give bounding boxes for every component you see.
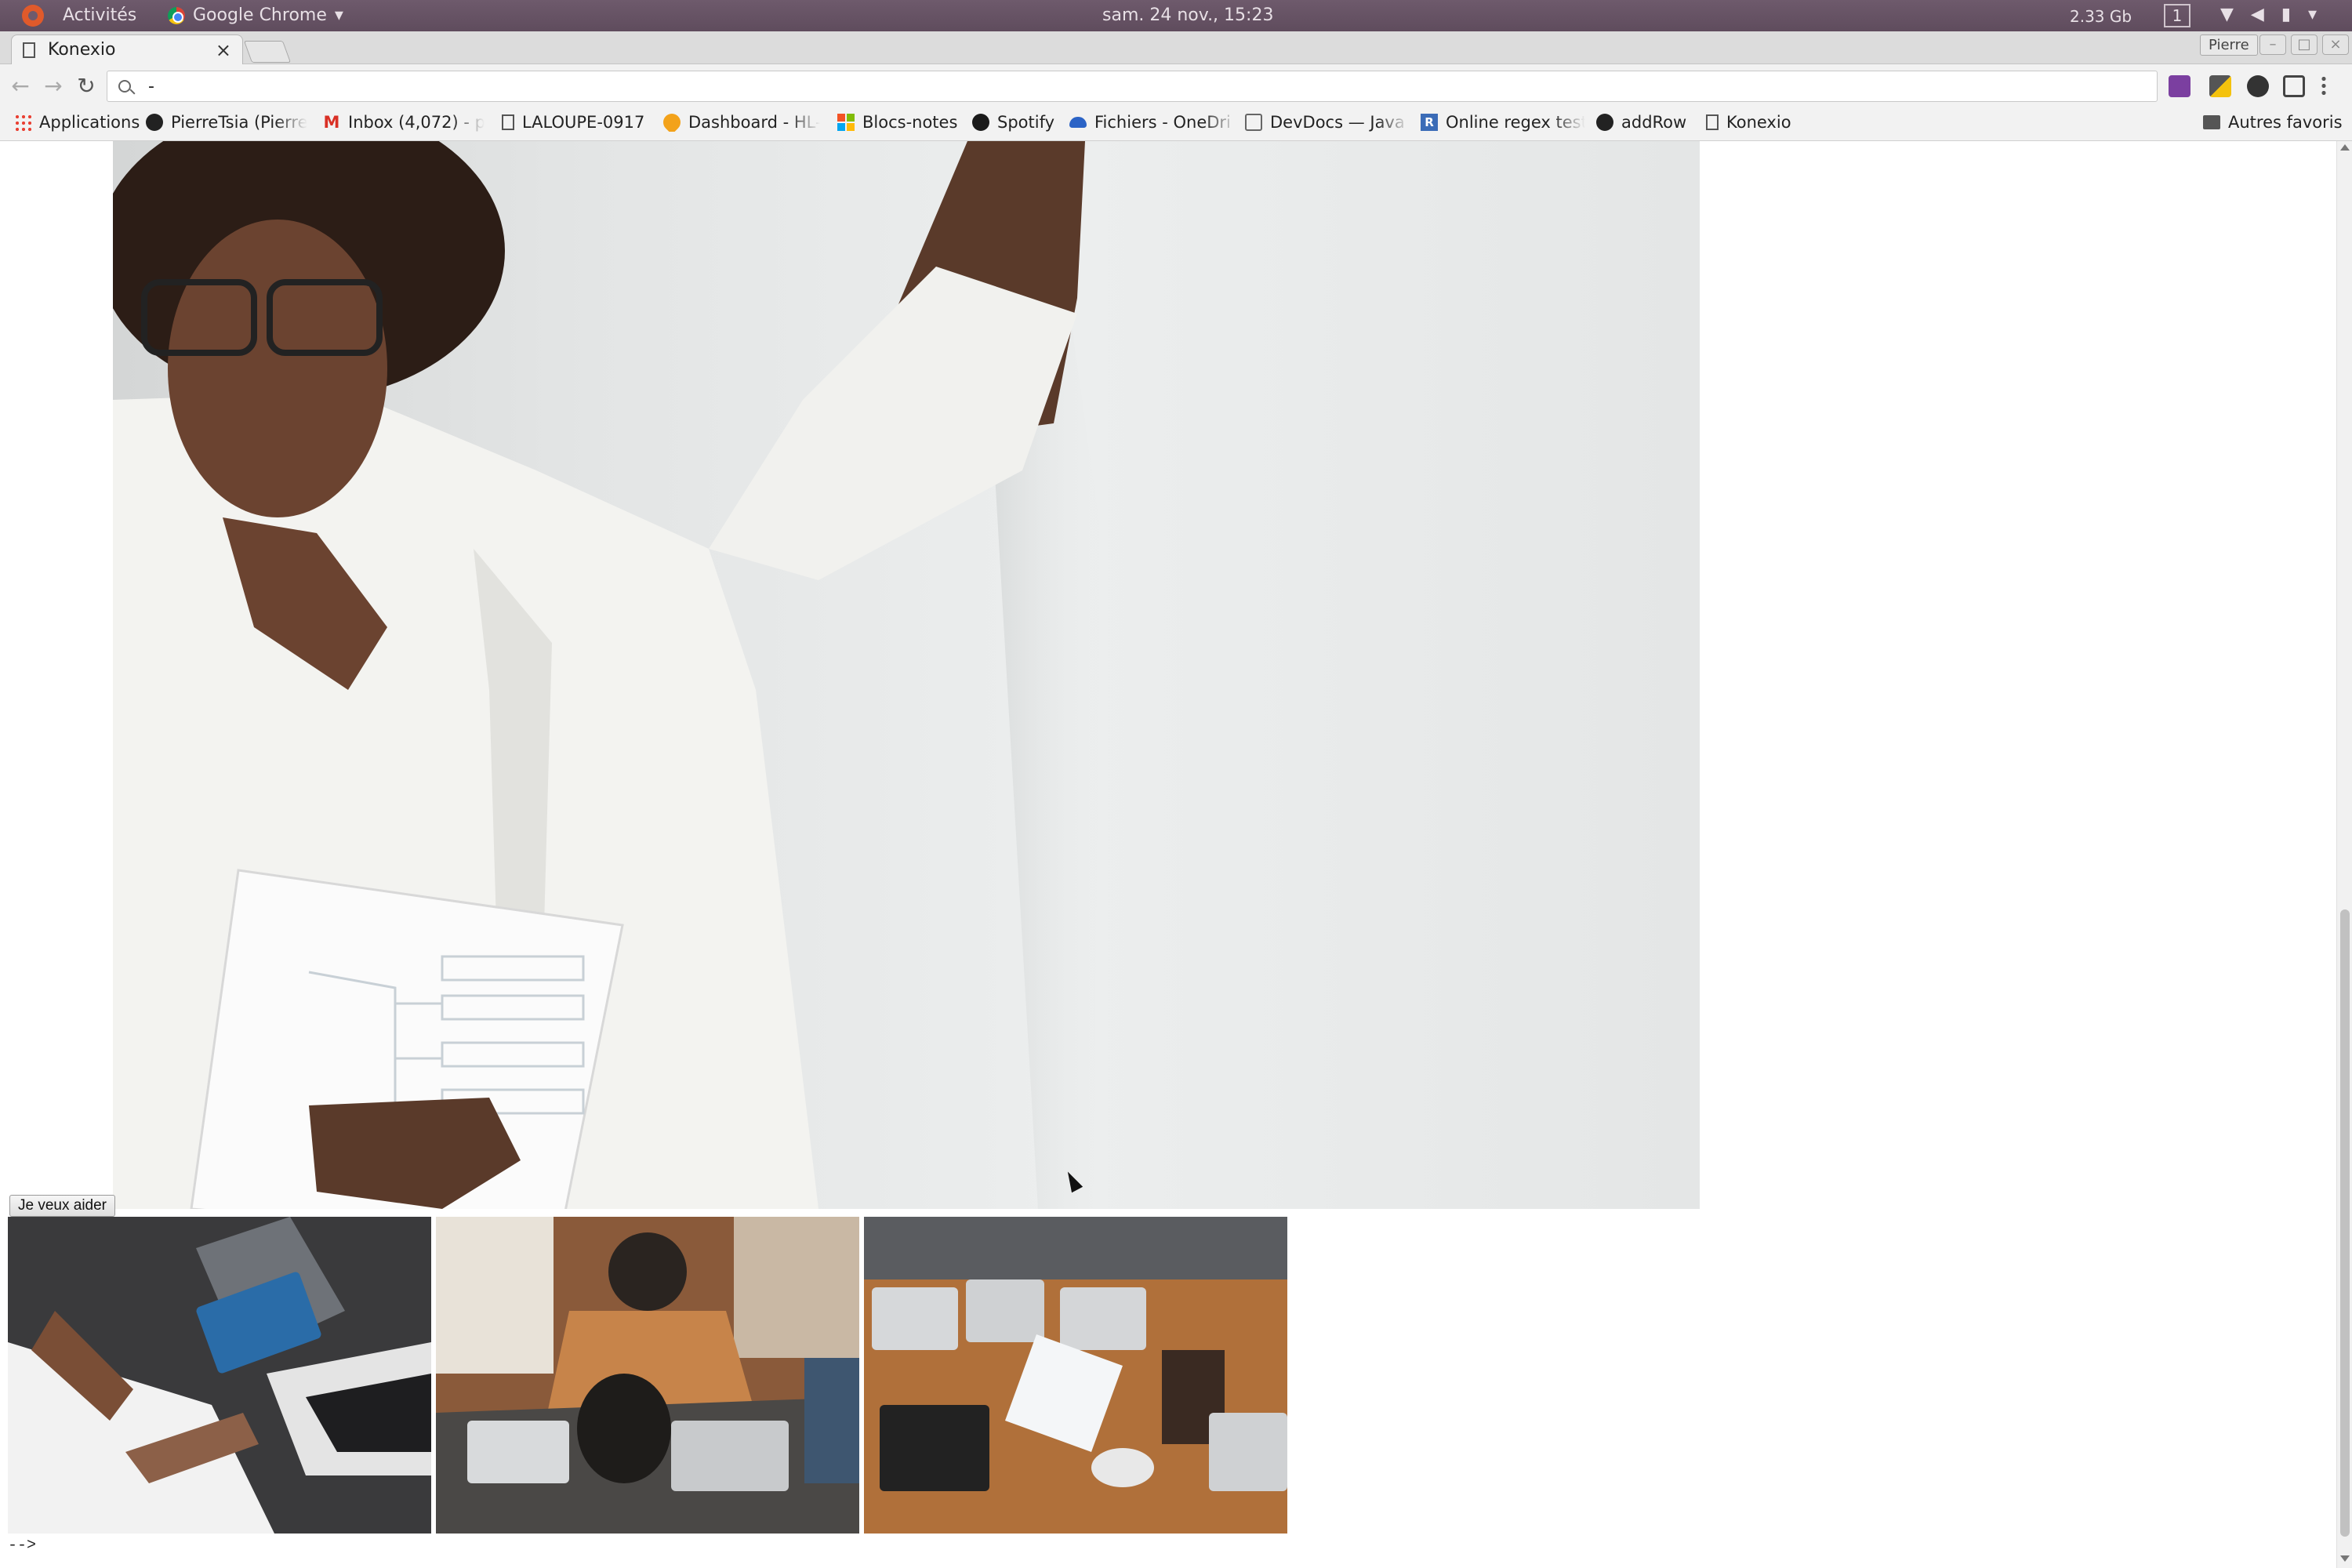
microsoft-icon xyxy=(837,114,855,131)
bookmark-github-pierretsia[interactable]: PierreTsia (Pierre xyxy=(146,113,307,132)
scroll-down-icon[interactable] xyxy=(2340,1555,2350,1562)
team-meeting-image-1 xyxy=(8,1217,431,1534)
system-top-bar: Activités Google Chrome ▾ sam. 24 nov., … xyxy=(0,0,2352,31)
presenter-photo-image xyxy=(113,141,1700,1209)
bookmark-label: Blocs-notes xyxy=(862,113,958,132)
reload-icon[interactable]: ↻ xyxy=(72,72,100,100)
page-icon xyxy=(1706,114,1719,130)
workspace-indicator[interactable]: 1 xyxy=(2164,4,2190,27)
wifi-icon: ▼ xyxy=(2220,5,2234,24)
regex-icon: R xyxy=(1421,114,1438,131)
bookmark-blocs-notes[interactable]: Blocs-notes xyxy=(837,113,957,132)
team-meeting-image-2 xyxy=(436,1217,859,1534)
bookmark-dashboard[interactable]: Dashboard - HL- xyxy=(663,113,820,132)
extension-icon[interactable] xyxy=(2247,75,2269,97)
bookmark-label: PierreTsia (Pierre xyxy=(171,113,307,132)
github-icon xyxy=(146,114,163,131)
browser-toolbar: ← → ↻ - xyxy=(0,64,2352,108)
page-scrollbar[interactable] xyxy=(2336,141,2352,1568)
close-window-icon[interactable]: × xyxy=(2322,34,2349,55)
bookmark-laloupe[interactable]: LALOUPE-0917 xyxy=(502,113,644,132)
bookmark-applications[interactable]: Applications xyxy=(14,113,140,132)
tab-strip: Konexio × Pierre – □ × xyxy=(0,31,2352,64)
bookmark-label: Dashboard - HL- xyxy=(688,113,820,132)
scrollbar-thumb[interactable] xyxy=(2340,909,2350,1537)
address-bar[interactable]: - xyxy=(107,71,2158,102)
app-name: Google Chrome xyxy=(193,5,327,25)
thumbnail-gallery xyxy=(8,1217,1287,1534)
bookmark-label: Applications xyxy=(39,113,140,132)
volume-icon: ◀ xyxy=(2250,5,2264,24)
other-bookmarks[interactable]: Autres favoris xyxy=(2203,113,2343,132)
onedrive-icon xyxy=(1069,117,1087,128)
hero-image xyxy=(113,141,1700,1209)
help-button[interactable]: Je veux aider xyxy=(9,1195,116,1217)
system-tray[interactable]: ▼ ◀ ▮ ▾ xyxy=(2220,5,2317,24)
back-arrow-icon[interactable]: ← xyxy=(6,72,34,100)
ubuntu-logo-icon[interactable] xyxy=(22,5,44,27)
chrome-icon xyxy=(168,6,185,24)
chevron-down-icon: ▾ xyxy=(334,5,343,25)
bookmark-regex[interactable]: R Online regex test xyxy=(1421,113,1585,132)
stray-html-comment: --> xyxy=(8,1537,37,1555)
bookmark-label: Autres favoris xyxy=(2228,113,2343,132)
minimize-icon[interactable]: – xyxy=(2259,34,2286,55)
bookmark-label: Fichiers - OneDri xyxy=(1094,113,1231,132)
new-tab-button[interactable] xyxy=(243,41,292,63)
bookmark-label: LALOUPE-0917 xyxy=(522,113,645,132)
bookmark-addrow[interactable]: addRow xyxy=(1596,113,1686,132)
search-icon xyxy=(118,80,131,93)
github-icon xyxy=(1596,114,1613,131)
maximize-icon[interactable]: □ xyxy=(2291,34,2318,55)
forward-arrow-icon[interactable]: → xyxy=(39,72,67,100)
activities-button[interactable]: Activités xyxy=(63,5,136,25)
bookmark-inbox[interactable]: M Inbox (4,072) - p xyxy=(323,113,485,132)
color-picker-extension-icon[interactable] xyxy=(2209,75,2231,97)
menu-dots-icon[interactable] xyxy=(2321,75,2327,97)
app-menu[interactable]: Google Chrome ▾ xyxy=(168,5,343,25)
folder-icon xyxy=(2203,115,2220,129)
network-speed: 2.33 Gb xyxy=(2070,7,2132,26)
tab-konexio[interactable]: Konexio × xyxy=(11,34,243,64)
bookmark-label: addRow xyxy=(1621,113,1687,132)
bookmark-konexio[interactable]: Konexio xyxy=(1706,113,1791,132)
spotify-icon xyxy=(972,114,989,131)
bookmark-label: Inbox (4,072) - p xyxy=(348,113,485,132)
tab-close-icon[interactable]: × xyxy=(216,39,231,61)
gmail-icon: M xyxy=(323,113,340,132)
page-icon xyxy=(23,42,35,58)
bookmark-label: DevDocs — Java xyxy=(1270,113,1405,132)
team-meeting-image-3 xyxy=(864,1217,1287,1534)
address-value: - xyxy=(148,76,154,96)
bookmarks-bar: Applications PierreTsia (Pierre M Inbox (… xyxy=(0,108,2352,141)
devdocs-icon xyxy=(1245,114,1262,131)
page-icon xyxy=(502,114,514,130)
profile-button[interactable]: Pierre xyxy=(2200,34,2258,56)
battery-icon: ▮ xyxy=(2281,5,2291,24)
tab-title: Konexio xyxy=(48,40,116,60)
chevron-down-icon: ▾ xyxy=(2307,5,2317,24)
shield-extension-icon[interactable] xyxy=(2283,75,2305,97)
bookmark-onedrive[interactable]: Fichiers - OneDri xyxy=(1069,113,1237,132)
clock[interactable]: sam. 24 nov., 15:23 xyxy=(1102,5,1273,25)
bookmark-label: Spotify xyxy=(997,113,1055,132)
bookmark-spotify[interactable]: Spotify xyxy=(972,113,1054,132)
dashboard-icon xyxy=(663,113,684,132)
onenote-extension-icon[interactable] xyxy=(2169,75,2190,97)
bookmark-devdocs[interactable]: DevDocs — Java xyxy=(1245,113,1410,132)
scroll-up-icon[interactable] xyxy=(2340,144,2350,151)
bookmark-label: Online regex test xyxy=(1446,113,1585,132)
page-viewport: Je veux aider --> xyxy=(0,141,2336,1568)
bookmark-label: Konexio xyxy=(1726,113,1791,132)
apps-grid-icon xyxy=(14,114,31,131)
